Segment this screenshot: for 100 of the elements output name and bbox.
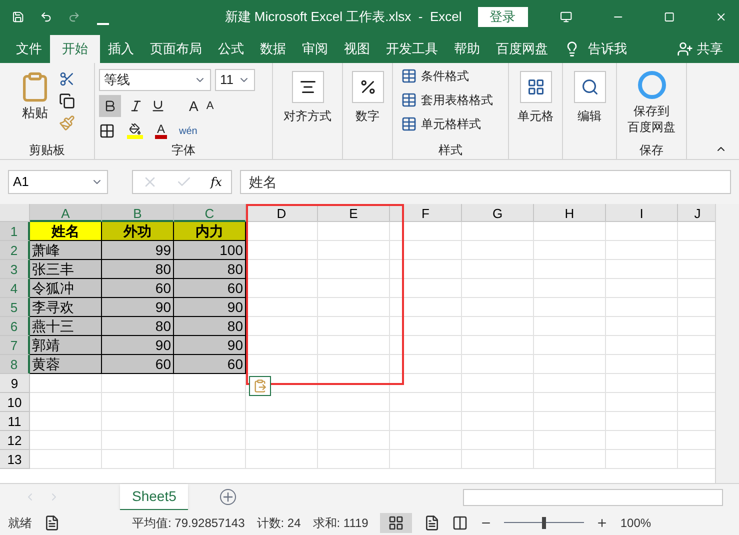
row-header[interactable]: 5 [0, 298, 30, 317]
percent-icon [352, 71, 384, 103]
table-cell [174, 450, 246, 469]
zoom-thumb[interactable] [542, 516, 546, 528]
table-cell: 60 [174, 355, 246, 374]
save-to-cloud-button[interactable]: 保存到 百度网盘 [628, 63, 676, 135]
horizontal-scrollbar[interactable] [463, 488, 723, 506]
ribbon-tab[interactable]: 文件 [8, 35, 50, 63]
ribbon-tab[interactable]: 百度网盘 [488, 35, 556, 63]
tell-me-button[interactable]: 告诉我 [580, 35, 635, 63]
bold-icon[interactable] [99, 95, 121, 117]
row-header[interactable]: 7 [0, 336, 30, 355]
row-header[interactable]: 3 [0, 260, 30, 279]
number-format-button[interactable]: 数字 [343, 63, 393, 159]
ribbon-tab[interactable]: 审阅 [294, 35, 336, 63]
table-cell: 令狐冲 [30, 279, 102, 298]
row-header[interactable]: 11 [0, 412, 30, 431]
share-button[interactable]: 共享 [693, 35, 731, 63]
normal-view-icon[interactable] [380, 512, 412, 532]
zoom-level[interactable]: 100% [620, 514, 652, 532]
ribbon-tab[interactable]: 帮助 [446, 35, 488, 63]
column-header[interactable]: B [102, 204, 174, 222]
ribbon-tab[interactable]: 视图 [336, 35, 378, 63]
ribbon-tab[interactable]: 开发工具 [378, 35, 446, 63]
borders-icon[interactable] [99, 123, 115, 139]
ribbon-tab[interactable]: 插入 [100, 35, 142, 63]
row-header[interactable]: 12 [0, 431, 30, 450]
underline-icon[interactable] [151, 99, 165, 113]
table-cell [390, 431, 462, 450]
table-cell [390, 298, 462, 317]
phonetic-icon[interactable]: wén [179, 124, 198, 138]
name-box[interactable]: A1 [8, 170, 108, 194]
page-break-icon[interactable] [452, 514, 468, 530]
zoom-slider[interactable] [504, 516, 584, 528]
font-color-button[interactable]: A [155, 123, 168, 139]
table-cell [390, 317, 462, 336]
page-layout-icon[interactable] [424, 514, 440, 530]
column-header[interactable]: G [462, 204, 534, 222]
table-cell [318, 431, 390, 450]
table-cell [606, 336, 678, 355]
column-header[interactable]: H [534, 204, 606, 222]
styles-menu-item[interactable]: 条件格式 [401, 65, 500, 87]
table-cell: 内力 [174, 222, 246, 241]
column-header[interactable]: F [390, 204, 462, 222]
ribbon-tab[interactable]: 页面布局 [142, 35, 210, 63]
table-cell: 90 [102, 298, 174, 317]
row-header[interactable]: 13 [0, 450, 30, 469]
decrease-font-button[interactable]: A [206, 98, 214, 114]
font-name-field[interactable]: 等线 [99, 69, 211, 91]
function-button[interactable]: fx [210, 173, 222, 191]
table-cell: 90 [102, 336, 174, 355]
styles-menu-item[interactable]: 套用表格格式 [401, 89, 500, 111]
sheet-tab[interactable]: Sheet5 [120, 484, 188, 510]
row-header[interactable]: 10 [0, 393, 30, 412]
styles-menu-item[interactable]: 单元格样式 [401, 113, 500, 135]
maximize-icon[interactable] [664, 10, 675, 24]
zoom-in-icon[interactable] [596, 516, 608, 528]
vertical-scrollbar[interactable] [715, 204, 739, 483]
table-icon [401, 92, 417, 108]
window-title: 新建 Microsoft Excel 工作表.xlsx - Excel [224, 8, 462, 26]
table-cell: 60 [102, 355, 174, 374]
table-cell: 80 [102, 260, 174, 279]
row-header[interactable]: 2 [0, 241, 30, 260]
italic-icon[interactable] [129, 99, 143, 113]
formula-field[interactable]: 姓名 [240, 170, 731, 194]
add-sheet-icon[interactable] [220, 489, 236, 505]
column-header[interactable]: C [174, 204, 246, 222]
ribbon-tab[interactable]: 数据 [252, 35, 294, 63]
copy-icon[interactable] [59, 93, 75, 109]
table-cell: 萧峰 [30, 241, 102, 260]
column-header[interactable]: A [30, 204, 102, 222]
cut-icon[interactable] [59, 71, 75, 87]
column-header[interactable]: E [318, 204, 390, 222]
table-cell: 99 [102, 241, 174, 260]
row-header[interactable]: 4 [0, 279, 30, 298]
row-header[interactable]: 1 [0, 222, 30, 241]
cells-button[interactable]: 单元格 [509, 63, 563, 159]
paste-button[interactable]: 粘贴 [19, 71, 51, 141]
increase-font-button[interactable]: A [189, 96, 198, 116]
column-header[interactable]: D [246, 204, 318, 222]
row-header[interactable]: 8 [0, 355, 30, 374]
editing-button[interactable]: 编辑 [563, 63, 617, 159]
alignment-button[interactable]: 对齐方式 [273, 63, 343, 159]
ribbon-tab[interactable]: 公式 [210, 35, 252, 63]
font-size-field[interactable]: 11 [215, 69, 255, 91]
table-cell [534, 374, 606, 393]
page-icon[interactable] [44, 514, 60, 530]
row-header[interactable]: 9 [0, 374, 30, 393]
table-cell [390, 393, 462, 412]
table-cell: 80 [174, 260, 246, 279]
table-cell [246, 431, 318, 450]
login-button[interactable]: 登录 [478, 6, 528, 26]
table-cell [462, 393, 534, 412]
paste-options-icon[interactable] [249, 376, 271, 396]
column-header[interactable]: I [606, 204, 678, 222]
row-header[interactable]: 6 [0, 317, 30, 336]
table-cell [534, 298, 606, 317]
fill-color-icon[interactable] [127, 123, 143, 139]
ribbon-tab[interactable]: 开始 [50, 35, 100, 63]
table-cell [462, 317, 534, 336]
